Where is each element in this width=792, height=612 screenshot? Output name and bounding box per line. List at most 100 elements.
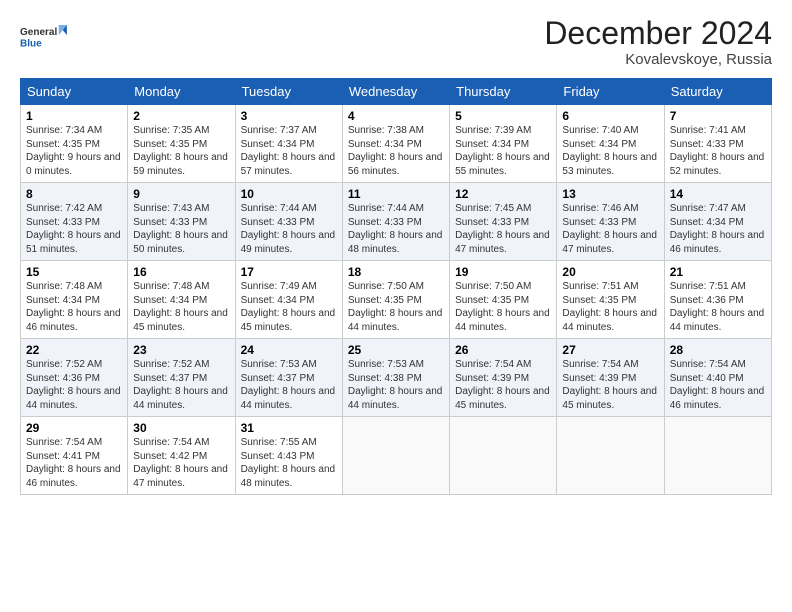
day-info: Sunrise: 7:35 AMSunset: 4:35 PMDaylight:… [133, 125, 228, 177]
week-row-3: 15 Sunrise: 7:48 AMSunset: 4:34 PMDaylig… [21, 261, 772, 339]
calendar-cell: 18 Sunrise: 7:50 AMSunset: 4:35 PMDaylig… [342, 261, 449, 339]
calendar-cell: 29 Sunrise: 7:54 AMSunset: 4:41 PMDaylig… [21, 417, 128, 495]
calendar-cell: 5 Sunrise: 7:39 AMSunset: 4:34 PMDayligh… [450, 105, 557, 183]
header-friday: Friday [557, 79, 664, 105]
calendar-cell: 6 Sunrise: 7:40 AMSunset: 4:34 PMDayligh… [557, 105, 664, 183]
day-number: 9 [133, 187, 229, 201]
page: General Blue December 2024 Kovalevskoye,… [0, 0, 792, 612]
header: General Blue December 2024 Kovalevskoye,… [20, 16, 772, 68]
day-info: Sunrise: 7:54 AMSunset: 4:39 PMDaylight:… [562, 359, 657, 411]
header-monday: Monday [128, 79, 235, 105]
day-info: Sunrise: 7:37 AMSunset: 4:34 PMDaylight:… [241, 125, 336, 177]
day-number: 1 [26, 109, 122, 123]
day-number: 28 [670, 343, 766, 357]
day-number: 30 [133, 421, 229, 435]
calendar-cell [342, 417, 449, 495]
day-number: 15 [26, 265, 122, 279]
day-number: 21 [670, 265, 766, 279]
calendar-cell: 4 Sunrise: 7:38 AMSunset: 4:34 PMDayligh… [342, 105, 449, 183]
day-info: Sunrise: 7:47 AMSunset: 4:34 PMDaylight:… [670, 203, 765, 255]
day-number: 3 [241, 109, 337, 123]
day-info: Sunrise: 7:54 AMSunset: 4:40 PMDaylight:… [670, 359, 765, 411]
day-number: 2 [133, 109, 229, 123]
calendar-cell: 28 Sunrise: 7:54 AMSunset: 4:40 PMDaylig… [664, 339, 771, 417]
header-tuesday: Tuesday [235, 79, 342, 105]
calendar-table: SundayMondayTuesdayWednesdayThursdayFrid… [20, 78, 772, 495]
calendar-cell: 16 Sunrise: 7:48 AMSunset: 4:34 PMDaylig… [128, 261, 235, 339]
calendar-cell: 26 Sunrise: 7:54 AMSunset: 4:39 PMDaylig… [450, 339, 557, 417]
calendar-cell: 8 Sunrise: 7:42 AMSunset: 4:33 PMDayligh… [21, 183, 128, 261]
header-wednesday: Wednesday [342, 79, 449, 105]
day-info: Sunrise: 7:50 AMSunset: 4:35 PMDaylight:… [455, 281, 550, 333]
day-number: 11 [348, 187, 444, 201]
day-info: Sunrise: 7:46 AMSunset: 4:33 PMDaylight:… [562, 203, 657, 255]
day-number: 27 [562, 343, 658, 357]
header-saturday: Saturday [664, 79, 771, 105]
day-info: Sunrise: 7:40 AMSunset: 4:34 PMDaylight:… [562, 125, 657, 177]
calendar-cell: 24 Sunrise: 7:53 AMSunset: 4:37 PMDaylig… [235, 339, 342, 417]
day-info: Sunrise: 7:48 AMSunset: 4:34 PMDaylight:… [133, 281, 228, 333]
calendar-cell: 20 Sunrise: 7:51 AMSunset: 4:35 PMDaylig… [557, 261, 664, 339]
logo: General Blue [20, 16, 70, 58]
calendar-cell [557, 417, 664, 495]
location: Kovalevskoye, Russia [544, 51, 772, 68]
calendar-cell [450, 417, 557, 495]
day-info: Sunrise: 7:44 AMSunset: 4:33 PMDaylight:… [241, 203, 336, 255]
day-number: 31 [241, 421, 337, 435]
day-number: 13 [562, 187, 658, 201]
calendar-cell: 7 Sunrise: 7:41 AMSunset: 4:33 PMDayligh… [664, 105, 771, 183]
day-info: Sunrise: 7:44 AMSunset: 4:33 PMDaylight:… [348, 203, 443, 255]
day-number: 22 [26, 343, 122, 357]
logo-svg: General Blue [20, 16, 70, 58]
header-sunday: Sunday [21, 79, 128, 105]
day-info: Sunrise: 7:39 AMSunset: 4:34 PMDaylight:… [455, 125, 550, 177]
day-number: 5 [455, 109, 551, 123]
day-number: 26 [455, 343, 551, 357]
svg-text:General: General [20, 27, 57, 38]
calendar-cell: 13 Sunrise: 7:46 AMSunset: 4:33 PMDaylig… [557, 183, 664, 261]
calendar-cell: 2 Sunrise: 7:35 AMSunset: 4:35 PMDayligh… [128, 105, 235, 183]
day-info: Sunrise: 7:52 AMSunset: 4:36 PMDaylight:… [26, 359, 121, 411]
week-row-2: 8 Sunrise: 7:42 AMSunset: 4:33 PMDayligh… [21, 183, 772, 261]
calendar-cell [664, 417, 771, 495]
month-title: December 2024 [544, 16, 772, 51]
day-info: Sunrise: 7:53 AMSunset: 4:37 PMDaylight:… [241, 359, 336, 411]
calendar-cell: 3 Sunrise: 7:37 AMSunset: 4:34 PMDayligh… [235, 105, 342, 183]
calendar-cell: 19 Sunrise: 7:50 AMSunset: 4:35 PMDaylig… [450, 261, 557, 339]
day-number: 16 [133, 265, 229, 279]
day-info: Sunrise: 7:34 AMSunset: 4:35 PMDaylight:… [26, 125, 121, 177]
calendar-cell: 11 Sunrise: 7:44 AMSunset: 4:33 PMDaylig… [342, 183, 449, 261]
calendar-cell: 17 Sunrise: 7:49 AMSunset: 4:34 PMDaylig… [235, 261, 342, 339]
week-row-4: 22 Sunrise: 7:52 AMSunset: 4:36 PMDaylig… [21, 339, 772, 417]
day-number: 6 [562, 109, 658, 123]
calendar-cell: 22 Sunrise: 7:52 AMSunset: 4:36 PMDaylig… [21, 339, 128, 417]
day-info: Sunrise: 7:54 AMSunset: 4:39 PMDaylight:… [455, 359, 550, 411]
day-info: Sunrise: 7:43 AMSunset: 4:33 PMDaylight:… [133, 203, 228, 255]
day-number: 8 [26, 187, 122, 201]
week-row-5: 29 Sunrise: 7:54 AMSunset: 4:41 PMDaylig… [21, 417, 772, 495]
day-info: Sunrise: 7:41 AMSunset: 4:33 PMDaylight:… [670, 125, 765, 177]
calendar-cell: 9 Sunrise: 7:43 AMSunset: 4:33 PMDayligh… [128, 183, 235, 261]
calendar-cell: 31 Sunrise: 7:55 AMSunset: 4:43 PMDaylig… [235, 417, 342, 495]
day-number: 19 [455, 265, 551, 279]
day-info: Sunrise: 7:55 AMSunset: 4:43 PMDaylight:… [241, 437, 336, 489]
calendar-cell: 12 Sunrise: 7:45 AMSunset: 4:33 PMDaylig… [450, 183, 557, 261]
day-info: Sunrise: 7:51 AMSunset: 4:35 PMDaylight:… [562, 281, 657, 333]
day-info: Sunrise: 7:48 AMSunset: 4:34 PMDaylight:… [26, 281, 121, 333]
day-info: Sunrise: 7:38 AMSunset: 4:34 PMDaylight:… [348, 125, 443, 177]
calendar-cell: 10 Sunrise: 7:44 AMSunset: 4:33 PMDaylig… [235, 183, 342, 261]
calendar-cell: 14 Sunrise: 7:47 AMSunset: 4:34 PMDaylig… [664, 183, 771, 261]
day-number: 7 [670, 109, 766, 123]
header-thursday: Thursday [450, 79, 557, 105]
day-number: 23 [133, 343, 229, 357]
day-info: Sunrise: 7:51 AMSunset: 4:36 PMDaylight:… [670, 281, 765, 333]
day-number: 18 [348, 265, 444, 279]
day-info: Sunrise: 7:42 AMSunset: 4:33 PMDaylight:… [26, 203, 121, 255]
day-number: 17 [241, 265, 337, 279]
day-number: 4 [348, 109, 444, 123]
week-row-1: 1 Sunrise: 7:34 AMSunset: 4:35 PMDayligh… [21, 105, 772, 183]
calendar-cell: 27 Sunrise: 7:54 AMSunset: 4:39 PMDaylig… [557, 339, 664, 417]
day-number: 24 [241, 343, 337, 357]
day-info: Sunrise: 7:53 AMSunset: 4:38 PMDaylight:… [348, 359, 443, 411]
day-number: 25 [348, 343, 444, 357]
